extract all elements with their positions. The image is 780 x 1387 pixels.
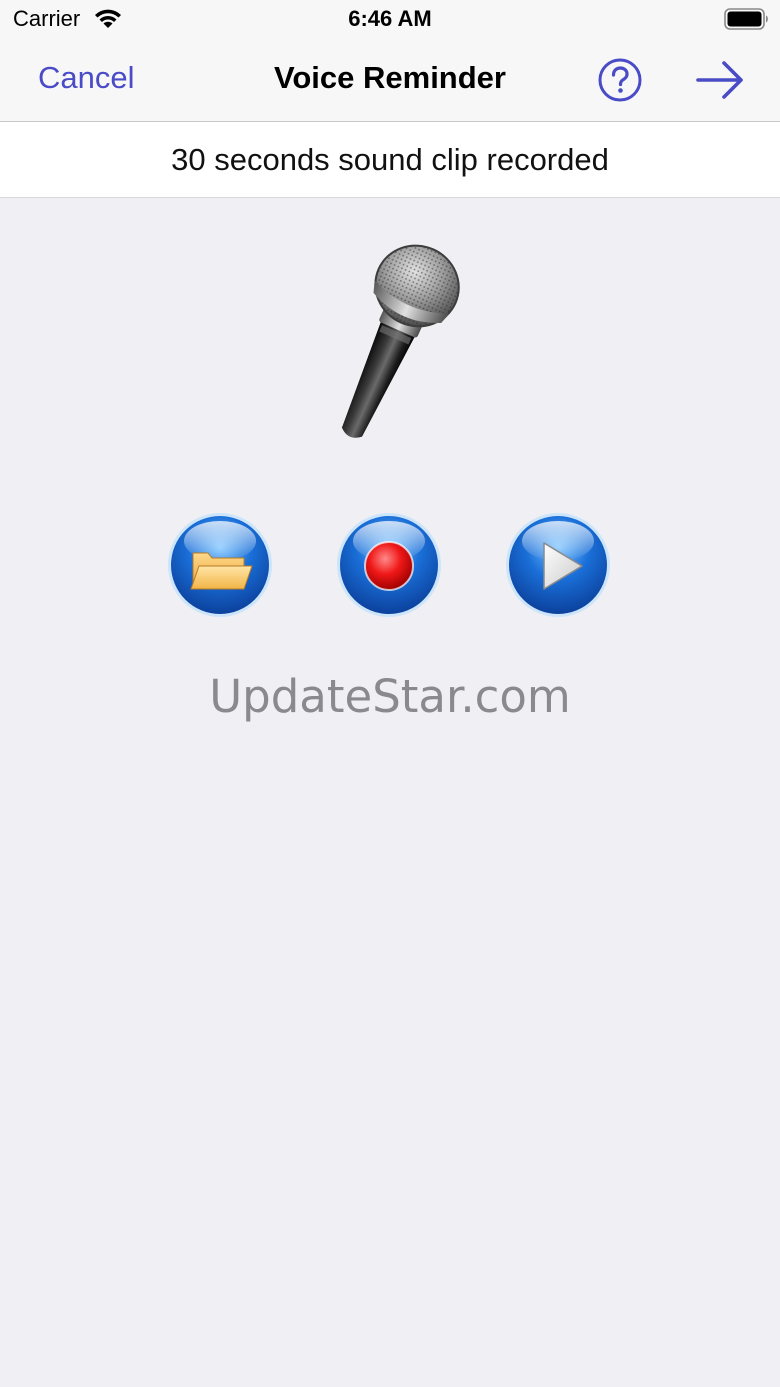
record-button[interactable] (335, 511, 443, 619)
status-message: 30 seconds sound clip recorded (171, 142, 609, 177)
arrow-right-icon[interactable] (694, 60, 746, 100)
question-circle-icon[interactable] (597, 57, 643, 103)
status-strip: 30 seconds sound clip recorded (0, 122, 780, 198)
navigation-bar: Cancel Voice Reminder (0, 40, 780, 122)
clock: 6:46 AM (348, 6, 432, 31)
watermark-text: UpdateStar.com (209, 670, 571, 723)
play-button[interactable] (504, 511, 612, 619)
status-bar: Carrier 6:46 AM (0, 0, 780, 40)
battery-full-icon (724, 8, 768, 30)
record-icon (364, 541, 414, 591)
microphone-icon (341, 244, 460, 438)
cancel-button[interactable]: Cancel (38, 60, 135, 96)
open-file-button[interactable] (166, 511, 274, 619)
folder-icon (190, 552, 253, 590)
